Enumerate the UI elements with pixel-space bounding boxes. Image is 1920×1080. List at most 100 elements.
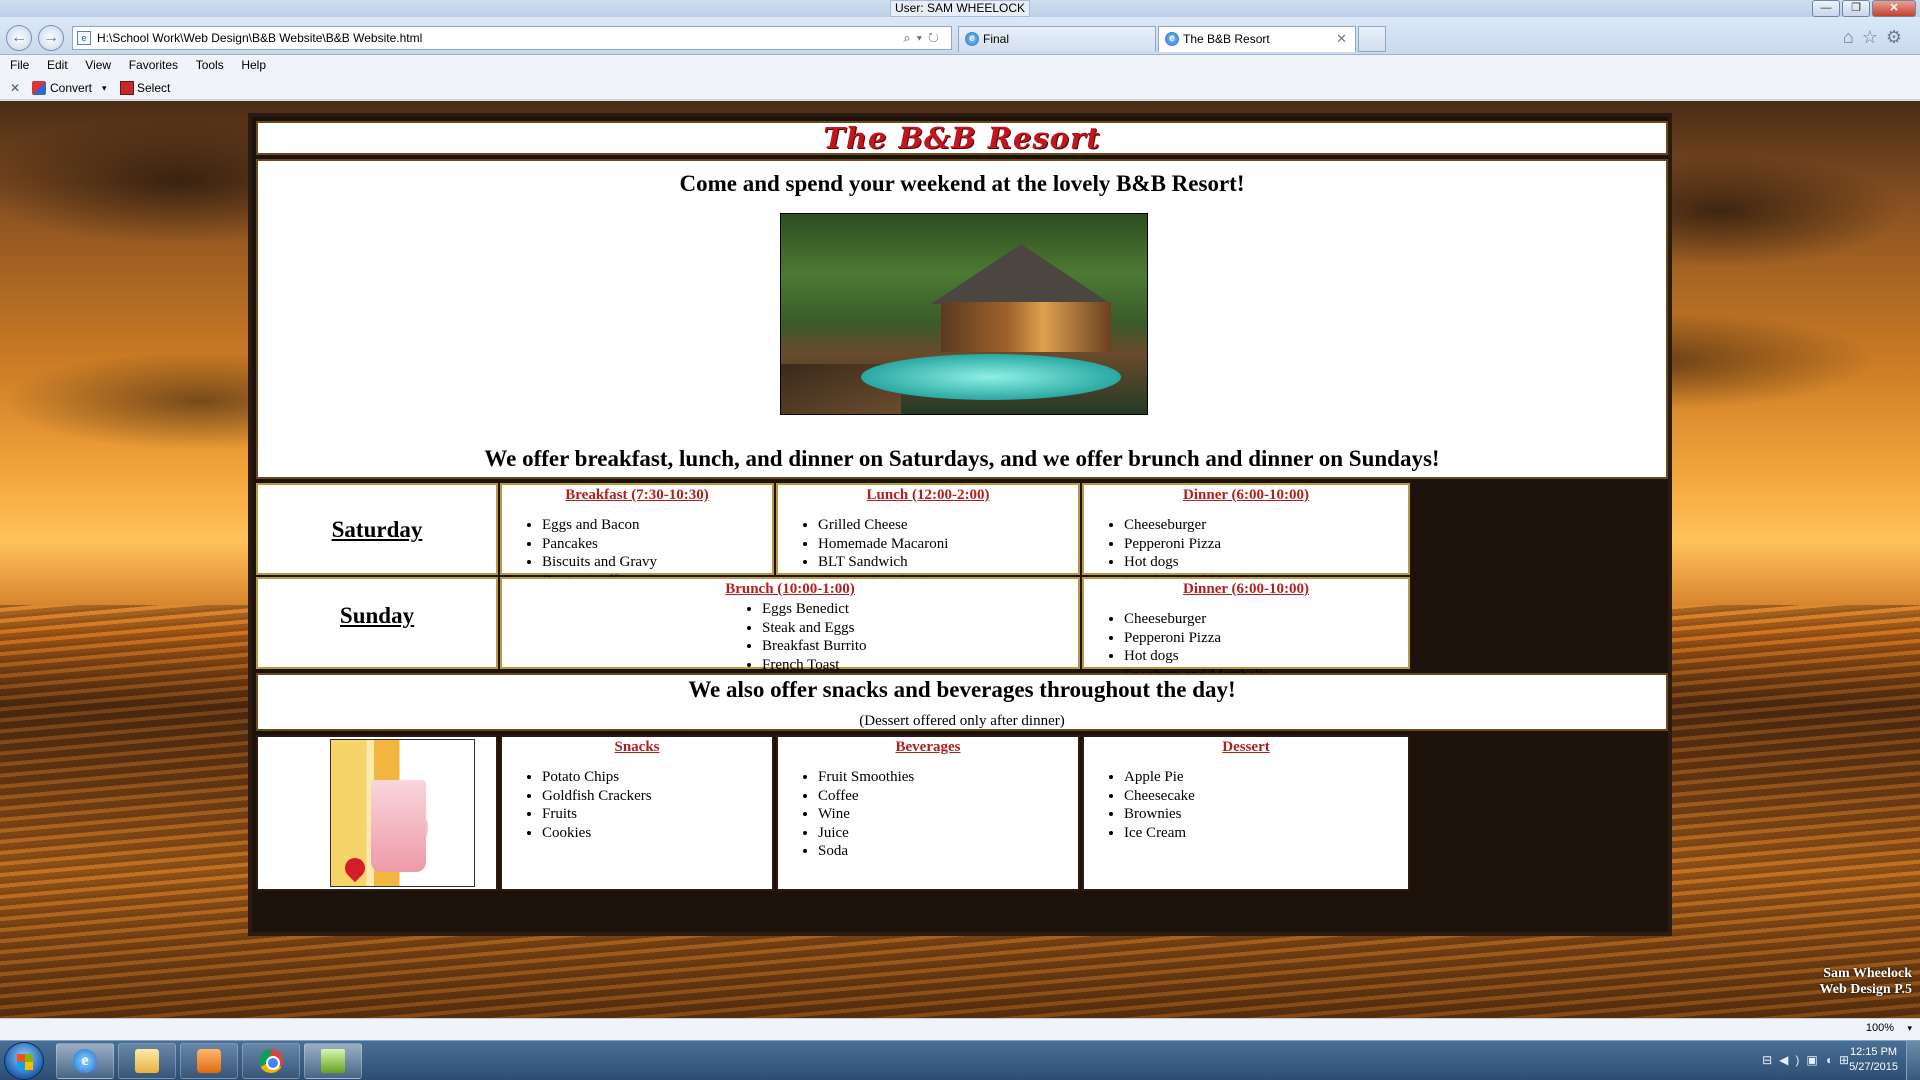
- list-item: Homemade Macaroni: [818, 535, 1078, 554]
- resort-pool-photo: [780, 213, 1148, 415]
- close-tab-icon[interactable]: ✕: [1336, 27, 1347, 51]
- new-tab-button[interactable]: [1358, 26, 1386, 52]
- breakfast-cell: Breakfast (7:30-10:30) Eggs and Bacon Pa…: [500, 483, 774, 589]
- media-player-icon: [197, 1049, 221, 1073]
- menu-bar: File Edit View Favorites Tools Help: [0, 55, 1920, 76]
- list-item: Potato Chips: [542, 768, 772, 787]
- list-item: Soda: [818, 842, 1078, 861]
- list-item: Wine: [818, 805, 1078, 824]
- taskbar-media-player[interactable]: [180, 1043, 238, 1079]
- beverages-cell: Beverages Fruit Smoothies Coffee Wine Ju…: [776, 735, 1080, 891]
- list-item: Cheeseburger: [1124, 516, 1408, 535]
- lunch-heading: Lunch (12:00-2:00): [866, 487, 990, 503]
- back-button[interactable]: ←: [6, 25, 32, 51]
- close-toolbar-icon[interactable]: ✕: [10, 76, 20, 100]
- address-bar[interactable]: e H:\School Work\Web Design\B&B Website\…: [72, 26, 952, 50]
- forward-button[interactable]: →: [38, 25, 64, 51]
- tab-label: The B&B Resort: [1183, 32, 1270, 46]
- list-item: Biscuits and Gravy: [542, 553, 772, 572]
- saturday-dinner-cell: Dinner (6:00-10:00) Cheeseburger Peppero…: [1082, 483, 1410, 589]
- address-tools-icons[interactable]: ⌕▾↻: [903, 30, 945, 46]
- zoom-dropdown-icon[interactable]: ▾: [1907, 1023, 1912, 1034]
- convert-dropdown-icon[interactable]: ▾: [102, 76, 107, 100]
- welcome-heading: Come and spend your weekend at the lovel…: [679, 171, 1245, 196]
- home-favorites-tools-icons[interactable]: ⌂☆⚙: [1843, 27, 1910, 48]
- clock-time: 12:15 PM: [1849, 1046, 1898, 1058]
- sunday-dinner-heading: Dinner (6:00-10:00): [1183, 581, 1309, 597]
- menu-tools[interactable]: Tools: [196, 55, 224, 76]
- zoom-level[interactable]: 100%: [1866, 1022, 1894, 1034]
- list-item: French Toast: [762, 656, 1078, 675]
- tab-final[interactable]: e Final: [958, 26, 1156, 52]
- list-item: Brownies: [1124, 805, 1408, 824]
- window-user-label: User: SAM WHEELOCK: [889, 0, 1031, 17]
- sunday-cell: Sunday: [256, 577, 498, 669]
- menu-favorites[interactable]: Favorites: [129, 55, 178, 76]
- list-item: Eggs and Bacon: [542, 516, 772, 535]
- select-button[interactable]: Select: [120, 76, 170, 100]
- ie-tab-icon: e: [1165, 32, 1179, 46]
- dessert-heading: Dessert: [1222, 739, 1270, 755]
- snacks-list-heading: Snacks: [614, 739, 660, 755]
- intro-section: Come and spend your weekend at the lovel…: [256, 159, 1668, 479]
- dessert-note: (Dessert offered only after dinner): [859, 713, 1065, 729]
- list-item: Hot dogs: [1124, 553, 1408, 572]
- snacks-list: Potato Chips Goldfish Crackers Fruits Co…: [542, 768, 772, 842]
- author-name: Sam Wheelock: [1823, 966, 1912, 981]
- list-item: Juice: [818, 824, 1078, 843]
- menu-view[interactable]: View: [85, 55, 111, 76]
- list-item: Grilled Cheese: [818, 516, 1078, 535]
- back-arrow-icon: ←: [11, 29, 27, 46]
- saturday-label: Saturday: [331, 517, 423, 542]
- list-item: Fruit Smoothies: [818, 768, 1078, 787]
- dessert-list: Apple Pie Cheesecake Brownies Ice Cream: [1124, 768, 1408, 842]
- start-button[interactable]: [4, 1042, 44, 1080]
- taskbar-clock[interactable]: 12:15 PM 5/27/2015: [1849, 1045, 1898, 1075]
- dessert-cell: Dessert Apple Pie Cheesecake Brownies Ic…: [1082, 735, 1410, 891]
- sunday-dinner-cell: Dinner (6:00-10:00) Cheeseburger Peppero…: [1082, 577, 1410, 683]
- list-item: Eggs Benedict: [762, 600, 1078, 619]
- page-title: The B&B Resort: [256, 121, 1668, 155]
- project-app-icon: [321, 1049, 345, 1073]
- smoothie-cell: [256, 735, 498, 891]
- convert-button[interactable]: Convert: [32, 76, 92, 100]
- smoothie-glass-shape: [371, 780, 426, 872]
- offer-heading: We offer breakfast, lunch, and dinner on…: [484, 446, 1440, 471]
- window-title-bar: User: SAM WHEELOCK — ❐ ✕: [0, 0, 1920, 17]
- list-item: Cheesecake: [1124, 787, 1408, 806]
- folder-icon: [135, 1049, 159, 1073]
- tab-bb-resort[interactable]: e The B&B Resort ✕: [1158, 26, 1356, 52]
- menu-file[interactable]: File: [10, 55, 29, 76]
- command-bar: ✕ Convert ▾ Select: [0, 76, 1920, 100]
- system-tray-icons[interactable]: ⊟◀)▣◖⊞: [1762, 1053, 1856, 1067]
- brunch-list: Eggs Benedict Steak and Eggs Breakfast B…: [762, 600, 1078, 674]
- taskbar: e ⊟◀)▣◖⊞ 12:15 PM 5/27/2015: [0, 1040, 1920, 1080]
- menu-help[interactable]: Help: [241, 55, 266, 76]
- snacks-info-section: We also offer snacks and beverages throu…: [256, 673, 1668, 731]
- forward-arrow-icon: →: [43, 29, 59, 46]
- taskbar-project-app[interactable]: [304, 1043, 362, 1079]
- brunch-cell: Brunch (10:00-1:00) Eggs Benedict Steak …: [500, 577, 1080, 673]
- taskbar-ie[interactable]: e: [56, 1043, 114, 1079]
- taskbar-explorer[interactable]: [118, 1043, 176, 1079]
- restore-button[interactable]: ❐: [1842, 0, 1870, 17]
- internet-explorer-icon: e: [73, 1049, 97, 1073]
- taskbar-chrome[interactable]: [242, 1043, 300, 1079]
- pool-shape: [861, 354, 1121, 400]
- list-item: BLT Sandwich: [818, 553, 1078, 572]
- show-desktop-button[interactable]: [1906, 1041, 1920, 1080]
- list-item: Pepperoni Pizza: [1124, 535, 1408, 554]
- strawberry-shape: [340, 853, 370, 883]
- brunch-heading: Brunch (10:00-1:00): [725, 581, 855, 597]
- list-item: Cookies: [542, 824, 772, 843]
- minimize-button[interactable]: —: [1812, 0, 1840, 17]
- list-item: Breakfast Burrito: [762, 637, 1078, 656]
- close-window-button[interactable]: ✕: [1872, 0, 1916, 17]
- beverages-list: Fruit Smoothies Coffee Wine Juice Soda: [818, 768, 1078, 861]
- tab-label: Final: [983, 32, 1010, 46]
- resort-site-frame: The B&B Resort Come and spend your weeke…: [248, 113, 1672, 936]
- address-url[interactable]: H:\School Work\Web Design\B&B Website\B&…: [97, 31, 422, 45]
- author-signature: Sam Wheelock Web Design P.5: [1820, 966, 1912, 998]
- saturday-dinner-heading: Dinner (6:00-10:00): [1183, 487, 1309, 503]
- menu-edit[interactable]: Edit: [47, 55, 68, 76]
